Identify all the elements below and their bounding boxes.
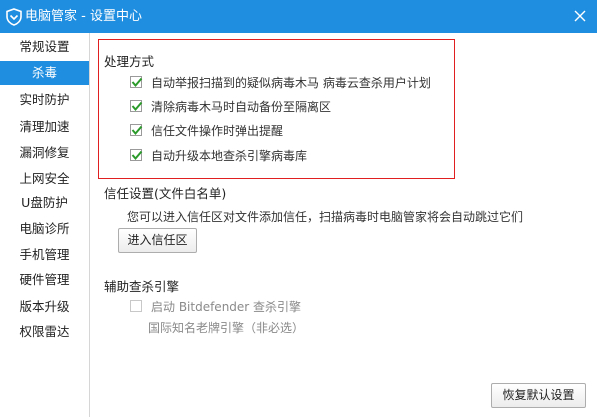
checkmark-icon	[131, 101, 143, 112]
sidebar-item-pc-clinic[interactable]: 电脑诊所	[0, 217, 89, 241]
sidebar-item-permission-radar[interactable]: 权限雷达	[0, 320, 89, 344]
trust-description: 您可以进入信任区对文件添加信任，扫描病毒时电脑管家将会自动跳过它们	[127, 210, 524, 224]
sidebar-item-version-upgrade[interactable]: 版本升级	[0, 295, 89, 319]
window-title: 电脑管家 - 设置中心	[25, 9, 142, 24]
bitdefender-checkbox[interactable]	[130, 300, 142, 312]
shield-logo-icon	[6, 8, 22, 26]
checkmark-icon	[131, 150, 143, 161]
auto-upgrade-engine-checkbox[interactable]	[130, 149, 143, 161]
sidebar-item-antivirus[interactable]: 杀毒	[0, 61, 89, 85]
sidebar-item-vulnerability-fix[interactable]: 漏洞修复	[0, 141, 89, 165]
auto-upgrade-engine-label: 自动升级本地查杀引擎病毒库	[151, 148, 308, 163]
auto-report-checkbox-row[interactable]: 自动举报扫描到的疑似病毒木马 病毒云查杀用户计划	[130, 74, 431, 90]
engine-section-title: 辅助查杀引擎	[104, 279, 180, 294]
auto-upgrade-engine-checkbox-row[interactable]: 自动升级本地查杀引擎病毒库	[130, 147, 307, 163]
enter-trust-zone-button[interactable]: 进入信任区	[118, 228, 197, 253]
restore-defaults-button[interactable]: 恢复默认设置	[491, 383, 586, 408]
sidebar-item-usb-protection[interactable]: U盘防护	[0, 191, 89, 215]
title-bar: 电脑管家 - 设置中心	[0, 0, 597, 33]
trust-prompt-checkbox-row[interactable]: 信任文件操作时弹出提醒	[130, 122, 283, 138]
sidebar-item-general[interactable]: 常规设置	[0, 35, 89, 59]
trust-prompt-label: 信任文件操作时弹出提醒	[151, 123, 284, 138]
sidebar: 常规设置 杀毒 实时防护 清理加速 漏洞修复 上网安全 U盘防护 电脑诊所 手机…	[0, 33, 90, 417]
handling-section-title: 处理方式	[104, 54, 155, 69]
auto-report-checkbox[interactable]	[130, 76, 143, 88]
bitdefender-checkbox-row[interactable]: 启动 Bitdefender 查杀引擎	[130, 298, 301, 314]
backup-quarantine-label: 清除病毒木马时自动备份至隔离区	[151, 99, 332, 114]
sidebar-item-hardware-management[interactable]: 硬件管理	[0, 268, 89, 292]
backup-quarantine-checkbox[interactable]	[130, 100, 143, 112]
sidebar-item-phone-management[interactable]: 手机管理	[0, 243, 89, 267]
checkmark-icon	[131, 77, 143, 88]
checkmark-icon	[131, 125, 143, 136]
bitdefender-label: 启动 Bitdefender 查杀引擎	[151, 299, 302, 314]
backup-quarantine-checkbox-row[interactable]: 清除病毒木马时自动备份至隔离区	[130, 98, 331, 114]
auto-report-label: 自动举报扫描到的疑似病毒木马 病毒云查杀用户计划	[151, 75, 431, 90]
close-icon[interactable]	[570, 6, 590, 26]
sidebar-item-web-security[interactable]: 上网安全	[0, 167, 89, 191]
engine-hint: 国际知名老牌引擎（非必选）	[148, 321, 305, 335]
trust-section-title: 信任设置(文件白名单)	[104, 186, 227, 201]
sidebar-item-realtime-protection[interactable]: 实时防护	[0, 88, 89, 112]
trust-prompt-checkbox[interactable]	[130, 124, 143, 136]
sidebar-item-cleanup[interactable]: 清理加速	[0, 115, 89, 139]
